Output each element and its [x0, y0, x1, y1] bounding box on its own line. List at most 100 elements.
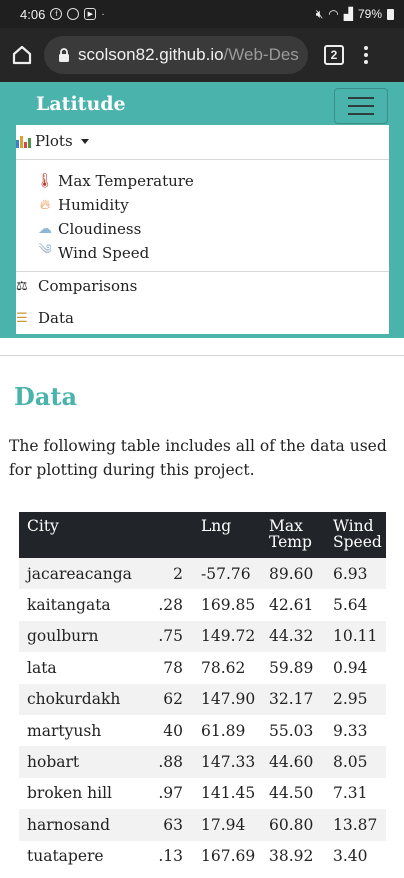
signal-icon: ▟ [343, 7, 353, 21]
cell-wind-speed: 10.11 [325, 620, 386, 653]
column-header-lat [155, 512, 193, 558]
cell-lat: .97 [158, 784, 183, 803]
navbar-toggle-button[interactable] [334, 88, 388, 124]
cell-max-temp: 55.03 [269, 721, 314, 740]
brand-link[interactable]: Latitude [36, 93, 126, 115]
table-row: tuatapere .13 167.69 38.92 3.40 [19, 841, 386, 872]
url-host: scolson82.github.io [78, 45, 224, 64]
wifi-icon: ◠ [328, 7, 339, 21]
home-button[interactable] [0, 28, 44, 82]
bar-chart-icon [16, 134, 31, 148]
cell-lat: .13 [158, 847, 183, 866]
cell-lng: 147.33 [193, 746, 261, 778]
cell-lat: 62 [155, 683, 193, 715]
cell-max-temp: 59.89 [269, 658, 314, 677]
column-header-lng: Lng [193, 512, 261, 558]
lock-icon [58, 47, 70, 63]
dropdown-item-label: Wind Speed [58, 244, 150, 262]
cell-lng: 17.94 [193, 809, 261, 841]
cell-lng: 169.85 [201, 596, 256, 615]
page-title: Data [14, 382, 77, 411]
battery-percent: 79% [357, 7, 382, 21]
cell-lat: 2 [155, 558, 193, 590]
cell-wind-speed: 9.33 [333, 721, 368, 740]
cell-lat: 63 [155, 809, 193, 841]
cell-lng: -57.76 [193, 558, 261, 590]
cell-city: kaitangata [27, 596, 111, 615]
table-row: martyush 40 61.89 55.03 9.33 [19, 715, 386, 746]
mute-icon: 🔇︎ [315, 6, 324, 21]
table-row: harnosand 63 17.94 60.80 13.87 [19, 809, 386, 841]
table-icon: ☰ [16, 310, 28, 326]
cell-lat: 40 [163, 721, 183, 740]
nav-item-comparisons[interactable]: ⚖ Comparisons [16, 275, 137, 297]
plots-dropdown-menu: 🌡︎ Max Temperature 🔥︎ Humidity ☁ Cloudin… [16, 159, 389, 272]
table-row: lata 78 78.62 59.89 0.94 [19, 652, 386, 683]
cell-max-temp: 89.60 [261, 558, 325, 590]
cell-wind-speed: 5.64 [333, 596, 368, 615]
nav-menu: Plots 🌡︎ Max Temperature 🔥︎ Humidity ☁ C… [16, 125, 389, 334]
cell-max-temp: 38.92 [269, 847, 314, 866]
cell-wind-speed: 8.05 [325, 746, 386, 778]
cell-city: hobart [19, 746, 155, 778]
status-bar: 4:06 f ▶ · 🔇︎ ◠ ▟ 79% [0, 0, 404, 28]
cell-city: goulburn [19, 620, 155, 653]
tab-switcher-button[interactable]: 2 [324, 45, 344, 65]
nav-item-label: Data [38, 309, 74, 327]
column-header-wind-speed: Wind Speed [325, 512, 386, 558]
cell-lng: 61.89 [201, 721, 246, 740]
table-row: chokurdakh 62 147.90 32.17 2.95 [19, 683, 386, 715]
cell-lng: 149.72 [193, 620, 261, 653]
cell-max-temp: 44.32 [261, 620, 325, 653]
thermometer-icon: 🌡︎ [36, 173, 54, 189]
cell-city: tuatapere [27, 847, 104, 866]
cell-max-temp: 44.50 [269, 784, 314, 803]
instagram-icon [67, 8, 80, 20]
cell-lng: 167.69 [201, 847, 256, 866]
table-row: hobart .88 147.33 44.60 8.05 [19, 746, 386, 778]
scales-icon: ⚖ [16, 278, 28, 294]
navbar: Latitude Plots 🌡︎ Max Temperature 🔥︎ Hum… [0, 82, 404, 338]
cell-wind-speed: 13.87 [325, 809, 386, 841]
cell-max-temp: 44.60 [261, 746, 325, 778]
cell-max-temp: 60.80 [261, 809, 325, 841]
dropdown-item-label: Cloudiness [58, 220, 142, 238]
dropdown-item-label: Humidity [58, 196, 129, 214]
intro-paragraph: The following table includes all of the … [9, 437, 387, 479]
battery-icon [387, 8, 394, 20]
plots-dropdown-toggle[interactable]: Plots [16, 129, 89, 153]
cell-wind-speed: 2.95 [325, 683, 386, 715]
table-row: jacareacanga 2 -57.76 89.60 6.93 [19, 558, 386, 590]
dropdown-item-wind-speed[interactable]: ༄ Wind Speed [34, 242, 149, 264]
dropdown-item-max-temperature[interactable]: 🌡︎ Max Temperature [34, 170, 194, 192]
browser-toolbar: scolson82.github.io/Web-Des 2 [0, 28, 404, 82]
url-path: /Web-Des [223, 45, 299, 64]
address-bar[interactable]: scolson82.github.io/Web-Des [44, 36, 308, 74]
column-header-max-temp: Max Temp [261, 512, 325, 558]
table-header-row: City Lng Max Temp Wind Speed [19, 512, 386, 558]
cell-wind-speed: 6.93 [325, 558, 386, 590]
caret-down-icon [80, 138, 89, 144]
cell-lng: 78.62 [201, 658, 246, 677]
cell-max-temp: 42.61 [269, 596, 314, 615]
home-icon [12, 45, 32, 65]
dropdown-item-label: Max Temperature [58, 172, 194, 190]
nav-item-label: Comparisons [38, 277, 138, 295]
cell-max-temp: 32.17 [261, 683, 325, 715]
cell-lat: .75 [155, 620, 193, 653]
cell-city: jacareacanga [19, 558, 155, 590]
dropdown-item-humidity[interactable]: 🔥︎ Humidity [34, 194, 129, 216]
browser-menu-button[interactable] [364, 46, 368, 64]
column-header-city: City [19, 512, 155, 558]
cell-wind-speed: 0.94 [333, 658, 368, 677]
table-row: goulburn .75 149.72 44.32 10.11 [19, 620, 386, 653]
status-time: 4:06 [20, 6, 46, 22]
cell-city: broken hill [27, 784, 112, 803]
nav-item-data[interactable]: ☰ Data [16, 307, 74, 329]
cell-lat: .88 [155, 746, 193, 778]
cell-lng: 141.45 [201, 784, 256, 803]
table-row: broken hill .97 141.45 44.50 7.31 [19, 778, 386, 809]
facebook-icon: f [50, 8, 63, 20]
cell-lat: 78 [163, 658, 183, 677]
cell-lat: .28 [158, 596, 183, 615]
